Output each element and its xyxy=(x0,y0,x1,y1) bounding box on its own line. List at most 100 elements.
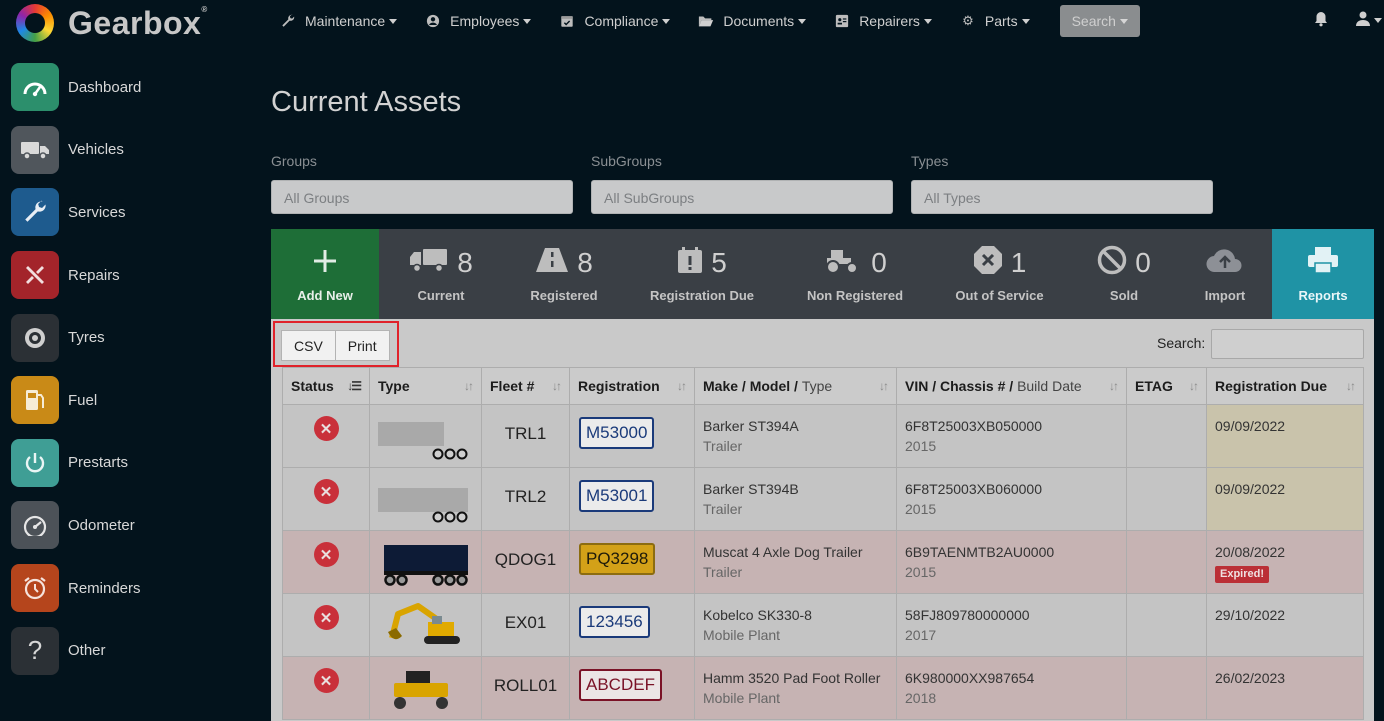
column-header-fleet[interactable]: Fleet # ↓↑ xyxy=(481,367,570,405)
reports-button[interactable]: Reports xyxy=(1272,229,1374,319)
stat-current[interactable]: 8 Current xyxy=(379,229,503,319)
cloud-upload-icon xyxy=(1205,246,1245,281)
sidebar-item-odometer[interactable]: Odometer xyxy=(0,494,250,557)
import-button[interactable]: Import xyxy=(1180,229,1270,319)
out-of-service-icon[interactable]: ✕ xyxy=(313,668,339,693)
column-header-registration-due[interactable]: Registration Due ↓↑ xyxy=(1206,367,1364,405)
stat-sold[interactable]: 0 Sold xyxy=(1068,229,1180,319)
out-of-service-icon[interactable]: ✕ xyxy=(313,479,339,504)
out-of-service-icon[interactable]: ✕ xyxy=(313,605,339,630)
stat-non-registered[interactable]: 0 Non Registered xyxy=(779,229,931,319)
out-of-service-icon[interactable]: ✕ xyxy=(313,416,339,441)
stat-registered[interactable]: 8 Registered xyxy=(503,229,625,319)
column-header-vin[interactable]: VIN / Chassis # / Build Date ↓↑ xyxy=(896,367,1127,405)
registration-due-cell: 26/02/2023 xyxy=(1206,656,1364,720)
registration-plate[interactable]: PQ3298 xyxy=(579,543,656,575)
registration-due-date: 09/09/2022 xyxy=(1215,418,1286,434)
user-menu[interactable] xyxy=(1356,11,1382,29)
fleet-number[interactable]: EX01 xyxy=(481,593,570,657)
table-row[interactable]: ✕ ROLL01 ABCDEF Hamm 3520 Pad Foot Rolle… xyxy=(282,656,1364,720)
column-header-etag[interactable]: ETAG ↓↑ xyxy=(1126,367,1207,405)
sidebar-item-dashboard[interactable]: Dashboard xyxy=(0,56,250,119)
nav-compliance-label: Compliance xyxy=(584,13,659,29)
fleet-number[interactable]: ROLL01 xyxy=(481,656,570,720)
table-row[interactable]: ✕ QDOG1 PQ3298 Muscat 4 Axle Dog Trailer… xyxy=(282,530,1364,594)
nav-parts[interactable]: ⚙ Parts xyxy=(960,13,1030,29)
caret-down-icon xyxy=(1119,18,1128,24)
table-row[interactable]: ✕ TRL1 M53000 Barker ST394A Trailer 6F8T2… xyxy=(282,404,1364,468)
build-date: 2015 xyxy=(905,438,937,454)
expired-badge: Expired! xyxy=(1215,566,1270,583)
registration-due-cell: 20/08/2022 Expired! xyxy=(1206,530,1364,594)
truck-icon xyxy=(11,125,59,174)
stat-non-registered-count: 0 xyxy=(871,247,887,278)
nav-search-button[interactable]: Search xyxy=(1059,5,1140,37)
vin-cell: 6F8T25003XB050000 2015 xyxy=(896,404,1127,468)
wrench-icon xyxy=(11,188,59,237)
sidebar-item-reminders[interactable]: Reminders xyxy=(0,557,250,620)
nav-employees[interactable]: Employees xyxy=(425,13,532,29)
import-label: Import xyxy=(1204,288,1246,303)
groups-select[interactable]: All Groups xyxy=(271,180,573,214)
registration-plate[interactable]: 123456 xyxy=(579,606,650,638)
column-header-type[interactable]: Type ↓↑ xyxy=(369,367,482,405)
types-select[interactable]: All Types xyxy=(911,180,1213,214)
sidebar-item-fuel[interactable]: Fuel xyxy=(0,369,250,432)
sidebar-item-other[interactable]: ? Other xyxy=(0,619,250,682)
registration-plate[interactable]: M53000 xyxy=(579,417,655,449)
registration-cell: M53001 xyxy=(569,467,695,531)
subgroups-select[interactable]: All SubGroups xyxy=(591,180,893,214)
groups-label: Groups xyxy=(271,153,317,169)
make-model-cell: Barker ST394B Trailer xyxy=(694,467,897,531)
nav-employees-label: Employees xyxy=(450,13,520,29)
sidebar-item-label: Repairs xyxy=(68,266,120,284)
stat-registration-due[interactable]: 5 Registration Due xyxy=(625,229,779,319)
registration-plate[interactable]: M53001 xyxy=(579,480,655,512)
sidebar-item-services[interactable]: Services xyxy=(0,181,250,244)
etag-cell xyxy=(1126,593,1207,657)
csv-button[interactable]: CSV xyxy=(281,330,336,361)
nav-compliance[interactable]: Compliance xyxy=(559,13,671,29)
sidebar-item-prestarts[interactable]: Prestarts xyxy=(0,432,250,495)
print-button[interactable]: Print xyxy=(335,330,390,361)
nav-repairers[interactable]: Repairers xyxy=(834,13,932,29)
user-circle-icon xyxy=(425,14,441,28)
table-row[interactable]: ✕ EX01 123456 Kobelco SK330-8 Mobile Plan… xyxy=(282,593,1364,657)
sidebar-item-repairs[interactable]: Repairs xyxy=(0,244,250,307)
column-header-registration[interactable]: Registration ↓↑ xyxy=(569,367,695,405)
column-header-label: ETAG xyxy=(1135,378,1173,394)
nav-documents[interactable]: Documents xyxy=(698,13,807,29)
status-cell: ✕ xyxy=(282,404,370,468)
bell-icon[interactable] xyxy=(1314,11,1328,31)
registration-due-cell: 09/09/2022 xyxy=(1206,467,1364,531)
type-cell xyxy=(369,656,482,720)
road-icon xyxy=(535,246,569,281)
registration-cell: ABCDEF xyxy=(569,656,695,720)
fleet-number[interactable]: TRL1 xyxy=(481,404,570,468)
stat-registered-label: Registered xyxy=(530,288,598,303)
brand-logo[interactable]: Gearbox® xyxy=(16,2,208,44)
sidebar-item-vehicles[interactable]: Vehicles xyxy=(0,119,250,182)
registration-plate[interactable]: ABCDEF xyxy=(579,669,662,701)
make-model: Barker ST394B xyxy=(703,481,799,497)
table-search-input[interactable] xyxy=(1211,329,1364,359)
fleet-number[interactable]: QDOG1 xyxy=(481,530,570,594)
stat-out-of-service[interactable]: 1 Out of Service xyxy=(931,229,1068,319)
add-new-button[interactable]: Add New xyxy=(271,229,379,319)
sidebar-item-label: Vehicles xyxy=(68,141,124,159)
registration-due-cell: 09/09/2022 xyxy=(1206,404,1364,468)
nav-maintenance[interactable]: Maintenance xyxy=(280,13,398,29)
trailer-thumbnail-icon xyxy=(378,488,468,523)
status-cell: ✕ xyxy=(282,656,370,720)
column-header-make-model[interactable]: Make / Model / Type ↓↑ xyxy=(694,367,897,405)
vin: 6K980000XX987654 xyxy=(905,670,1035,686)
sidebar-item-tyres[interactable]: Tyres xyxy=(0,306,250,369)
build-date: 2018 xyxy=(905,690,937,706)
make-model: Hamm 3520 Pad Foot Roller xyxy=(703,670,881,686)
column-header-status[interactable]: Status ↓☰ xyxy=(282,367,370,405)
fleet-number[interactable]: TRL2 xyxy=(481,467,570,531)
build-date: 2017 xyxy=(905,627,937,643)
out-of-service-icon[interactable]: ✕ xyxy=(313,542,339,567)
table-row[interactable]: ✕ TRL2 M53001 Barker ST394B Trailer 6F8T2… xyxy=(282,467,1364,531)
caret-down-icon xyxy=(523,18,532,24)
